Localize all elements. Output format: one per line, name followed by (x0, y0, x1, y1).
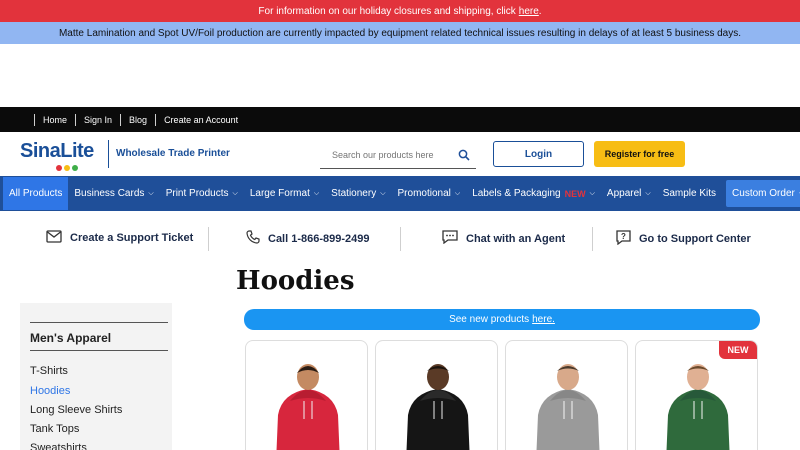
divider (592, 227, 593, 251)
support-ticket-label: Create a Support Ticket (70, 232, 194, 244)
support-call-link[interactable]: Call 1-866-899-2499 (246, 230, 370, 247)
svg-text:?: ? (621, 232, 626, 241)
new-badge: NEW (719, 341, 757, 359)
nav-label: Stationery (331, 188, 377, 199)
holiday-alert-link[interactable]: here (519, 6, 539, 17)
nav-blog-link[interactable]: Blog (121, 115, 155, 125)
nav-home-link[interactable]: Home (35, 115, 75, 125)
sidebar-item-t-shirts[interactable]: T-Shirts (30, 365, 68, 377)
nav-custom-order[interactable]: Custom Order⌵ (726, 180, 800, 207)
help-icon: ? (616, 230, 639, 248)
new-badge: NEW (564, 188, 586, 199)
chevron-down-icon: ⌵ (148, 189, 154, 197)
nav-large-format[interactable]: Large Format ⌵ (244, 176, 325, 211)
site-header: SinaLite Wholesale Trade Printer Login R… (0, 132, 800, 176)
nav-stationery[interactable]: Stationery ⌵ (325, 176, 391, 211)
divider (30, 350, 168, 351)
register-button[interactable]: Register for free (594, 141, 685, 167)
sidebar-heading: Men's Apparel (30, 331, 112, 345)
search-box (320, 143, 476, 169)
chevron-down-icon: ⌵ (589, 189, 595, 197)
support-chat-label: Chat with an Agent (466, 232, 566, 245)
support-center-link[interactable]: ? Go to Support Center (616, 230, 751, 248)
nav-all-products[interactable]: All Products (3, 177, 69, 210)
product-card[interactable] (245, 340, 368, 450)
logo-dot-yellow (64, 165, 70, 171)
logo-dots (56, 165, 78, 171)
nav-label: Apparel (606, 188, 642, 199)
chat-icon (442, 230, 466, 247)
chevron-down-icon: ⌵ (232, 189, 238, 197)
support-center-label: Go to Support Center (639, 233, 751, 245)
logo-divider (108, 140, 109, 168)
support-strip: Create a Support Ticket Call 1-866-899-2… (0, 222, 800, 256)
nav-label: Business Cards (74, 188, 145, 199)
holiday-alert-text: For information on our holiday closures … (258, 5, 516, 17)
search-icon[interactable] (458, 148, 470, 166)
utility-nav: Home Sign In Blog Create an Account (0, 107, 800, 132)
product-image (666, 364, 730, 450)
nav-business-cards[interactable]: Business Cards ⌵ (68, 176, 159, 211)
chevron-down-icon: ⌵ (454, 189, 461, 197)
nav-label: Promotional (397, 188, 451, 199)
holiday-alert-end: . (538, 5, 542, 17)
sidebar-item-hoodies[interactable]: Hoodies (30, 385, 70, 397)
production-notice-bar: Matte Lamination and Spot UV/Foil produc… (0, 22, 800, 44)
logo-dot-green (72, 165, 78, 171)
nav-print-products[interactable]: Print Products ⌵ (160, 176, 244, 211)
support-chat-link[interactable]: Chat with an Agent (442, 230, 565, 247)
support-ticket-link[interactable]: Create a Support Ticket (46, 230, 193, 246)
holiday-alert-bar: For information on our holiday closures … (0, 0, 800, 22)
category-sidebar: Men's Apparel T-Shirts Hoodies Long Slee… (20, 303, 172, 450)
banner-link[interactable]: here. (532, 314, 555, 325)
product-card[interactable] (505, 340, 628, 450)
nav-label: Custom Order (732, 188, 795, 199)
chevron-down-icon: ⌵ (645, 189, 651, 197)
chevron-down-icon: ⌵ (380, 189, 386, 197)
nav-sign-in-link[interactable]: Sign In (76, 115, 120, 125)
product-image (276, 364, 340, 450)
sidebar-item-tank-tops[interactable]: Tank Tops (30, 423, 79, 435)
new-products-banner: See new products here. (244, 309, 760, 330)
nav-label: Labels & Packaging (472, 188, 561, 199)
nav-labels-packaging[interactable]: Labels & Packaging NEW ⌵ (466, 176, 601, 211)
divider (208, 227, 209, 251)
nav-label: All Products (9, 188, 63, 199)
login-button[interactable]: Login (493, 141, 584, 167)
chevron-down-icon: ⌵ (313, 189, 320, 197)
page-title: Hoodies (236, 266, 355, 296)
envelope-icon (46, 230, 70, 246)
product-card[interactable]: NEW (635, 340, 758, 450)
product-image (406, 364, 470, 450)
site-logo[interactable]: SinaLite (20, 140, 94, 163)
support-call-label: Call 1-866-899-2499 (268, 232, 370, 245)
phone-icon (246, 230, 268, 247)
nav-create-account-link[interactable]: Create an Account (156, 115, 246, 125)
nav-sample-kits[interactable]: Sample Kits (657, 176, 722, 211)
search-input[interactable] (320, 143, 448, 167)
banner-text: See new products (449, 314, 530, 325)
nav-label: Sample Kits (662, 188, 717, 199)
divider (400, 227, 401, 251)
nav-promotional[interactable]: Promotional ⌵ (392, 176, 467, 211)
nav-apparel[interactable]: Apparel ⌵ (601, 176, 657, 211)
main-nav: All Products Business Cards ⌵ Print Produ… (0, 176, 800, 211)
product-image (536, 364, 600, 450)
site-tagline: Wholesale Trade Printer (116, 148, 230, 159)
nav-label: Print Products (165, 188, 229, 199)
production-notice-text: Matte Lamination and Spot UV/Foil produc… (58, 27, 742, 39)
sidebar-item-sweatshirts[interactable]: Sweatshirts (30, 442, 87, 450)
sidebar-item-long-sleeve-shirts[interactable]: Long Sleeve Shirts (30, 404, 122, 416)
product-card[interactable] (375, 340, 498, 450)
logo-dot-red (56, 165, 62, 171)
nav-label: Large Format (249, 188, 310, 199)
divider (30, 322, 168, 323)
